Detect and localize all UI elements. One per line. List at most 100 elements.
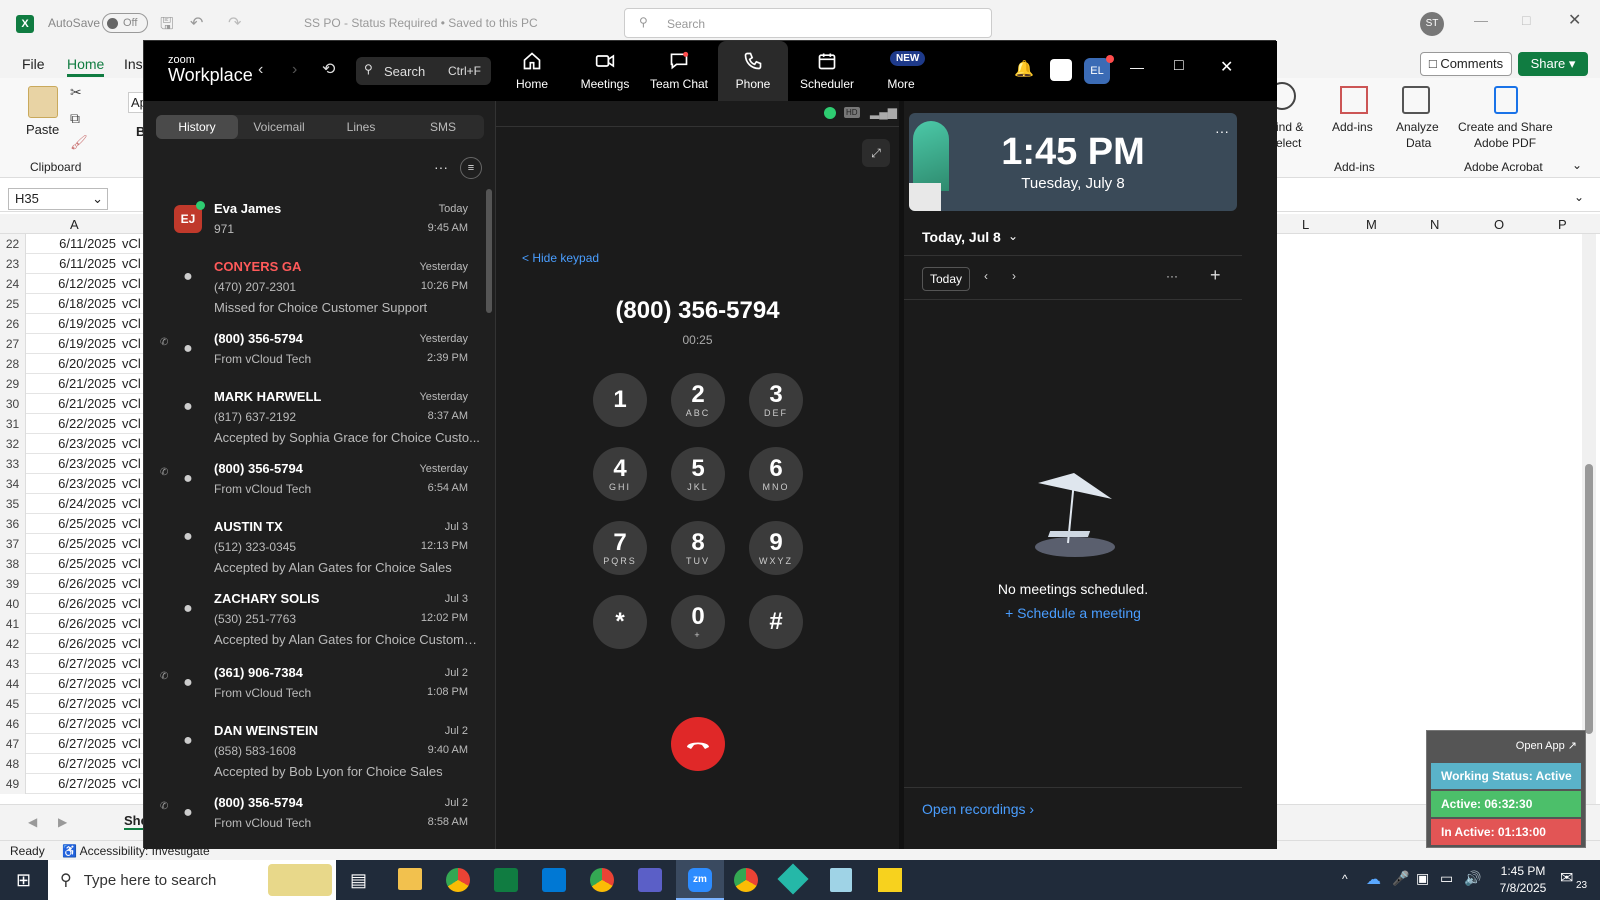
format-painter-icon[interactable]: 🖌	[70, 134, 88, 151]
clock-time[interactable]: 1:45 PM	[1496, 864, 1550, 878]
create-pdf-label2[interactable]: Adobe PDF	[1474, 136, 1536, 150]
display-icon[interactable]: ▭	[1440, 870, 1453, 887]
keypad-key[interactable]: 1	[593, 373, 647, 427]
date-cell[interactable]: 6/27/2025	[26, 676, 120, 691]
autosave-toggle[interactable]: Off	[102, 13, 148, 33]
tab-voicemail[interactable]: Voicemail	[238, 115, 320, 139]
spreadsheet-row[interactable]: 39 6/26/2025 vCl	[0, 573, 150, 594]
user-avatar[interactable]: ST	[1420, 12, 1444, 36]
analyze-label[interactable]: Analyze	[1396, 120, 1439, 134]
history-item[interactable]: ✆ ● (800) 356-5794 From vCloud Tech Jul 2 8:5…	[160, 791, 480, 861]
row-number[interactable]: 24	[0, 273, 26, 294]
row-number[interactable]: 35	[0, 493, 26, 514]
row-number[interactable]: 40	[0, 593, 26, 614]
today-header[interactable]: Today, Jul 8	[922, 229, 1001, 245]
find-select-label2[interactable]: elect	[1276, 136, 1301, 150]
paste-label[interactable]: Paste	[26, 122, 59, 137]
expand-icon[interactable]: ⤢	[862, 139, 890, 167]
nav-phone[interactable]: Phone	[718, 41, 788, 101]
spreadsheet-row[interactable]: 41 6/26/2025 vCl	[0, 613, 150, 634]
date-cell[interactable]: 6/23/2025	[26, 476, 120, 491]
paste-icon[interactable]	[28, 86, 58, 118]
excel-taskbar-icon[interactable]	[494, 868, 518, 892]
network-icon[interactable]: ▣	[1416, 870, 1429, 887]
zoom-maximize-icon[interactable]: □	[1174, 57, 1184, 75]
row-number[interactable]: 41	[0, 613, 26, 634]
row-number[interactable]: 45	[0, 693, 26, 714]
column-l-header[interactable]: L	[1302, 217, 1309, 232]
date-cell[interactable]: 6/26/2025	[26, 636, 120, 651]
tab-history[interactable]: History	[156, 115, 238, 139]
row-number[interactable]: 47	[0, 733, 26, 754]
scrollbar-thumb[interactable]	[1585, 464, 1593, 734]
document-title[interactable]: SS PO - Status Required • Saved to this …	[304, 16, 538, 30]
row-number[interactable]: 48	[0, 753, 26, 774]
tab-lines[interactable]: Lines	[320, 115, 402, 139]
back-arrow-icon[interactable]: ‹	[258, 61, 263, 79]
keypad-key[interactable]: 4 GHI	[593, 447, 647, 501]
zoom-close-icon[interactable]: ✕	[1220, 57, 1233, 77]
copy-icon[interactable]: ⧉	[70, 110, 80, 127]
date-cell[interactable]: 6/11/2025	[26, 256, 120, 271]
date-cell[interactable]: 6/26/2025	[26, 616, 120, 631]
microphone-icon[interactable]: 🎤	[1392, 870, 1409, 887]
history-item[interactable]: ● DAN WEINSTEIN (858) 583-1608 Accepted by …	[160, 719, 480, 789]
schedule-meeting-link[interactable]: + Schedule a meeting	[904, 605, 1242, 621]
history-item[interactable]: ● MARK HARWELL (817) 637-2192 Accepted by S…	[160, 385, 480, 455]
row-number[interactable]: 31	[0, 413, 26, 434]
spreadsheet-row[interactable]: 26 6/19/2025 vCl	[0, 313, 150, 334]
keypad-key[interactable]: 6 MNO	[749, 447, 803, 501]
spreadsheet-row[interactable]: 27 6/19/2025 vCl	[0, 333, 150, 354]
spreadsheet-row[interactable]: 25 6/18/2025 vCl	[0, 293, 150, 314]
spreadsheet-row[interactable]: 49 6/27/2025 vCl	[0, 773, 150, 794]
row-number[interactable]: 32	[0, 433, 26, 454]
taskbar-search-box[interactable]: ⚲ Type here to search	[48, 860, 336, 900]
spreadsheet-row[interactable]: 40 6/26/2025 vCl	[0, 593, 150, 614]
file-explorer-icon[interactable]	[398, 868, 422, 890]
maximize-icon[interactable]: □	[1522, 12, 1530, 28]
row-number[interactable]: 44	[0, 673, 26, 694]
clock-more-icon[interactable]: ···	[1215, 123, 1229, 139]
row-number[interactable]: 22	[0, 233, 26, 254]
date-cell[interactable]: 6/11/2025	[26, 236, 120, 251]
row-number[interactable]: 34	[0, 473, 26, 494]
spreadsheet-row[interactable]: 43 6/27/2025 vCl	[0, 653, 150, 674]
bell-icon[interactable]: 🔔	[1014, 59, 1034, 79]
date-cell[interactable]: 6/26/2025	[26, 596, 120, 611]
share-button[interactable]: Share ▾	[1518, 52, 1588, 76]
spreadsheet-row[interactable]: 37 6/25/2025 vCl	[0, 533, 150, 554]
spreadsheet-row[interactable]: 23 6/11/2025 vCl	[0, 253, 150, 274]
menu-file[interactable]: File	[22, 56, 45, 72]
spreadsheet-row[interactable]: 30 6/21/2025 vCl	[0, 393, 150, 414]
row-number[interactable]: 28	[0, 353, 26, 374]
date-cell[interactable]: 6/19/2025	[26, 336, 120, 351]
analyze-label2[interactable]: Data	[1406, 136, 1431, 150]
date-cell[interactable]: 6/27/2025	[26, 656, 120, 671]
minimize-icon[interactable]: —	[1474, 12, 1488, 28]
row-number[interactable]: 29	[0, 373, 26, 394]
history-scrollbar[interactable]	[486, 189, 492, 313]
keypad-key[interactable]: 8 TUV	[671, 521, 725, 575]
date-cell[interactable]: 6/18/2025	[26, 296, 120, 311]
column-m-header[interactable]: M	[1366, 217, 1377, 232]
cut-icon[interactable]: ✂	[70, 84, 82, 101]
history-icon[interactable]: ⟲	[322, 59, 335, 79]
comments-button[interactable]: □ Comments	[1420, 52, 1512, 76]
nav-meetings[interactable]: Meetings	[570, 41, 640, 101]
row-number[interactable]: 23	[0, 253, 26, 274]
spreadsheet-row[interactable]: 36 6/25/2025 vCl	[0, 513, 150, 534]
analyze-data-icon[interactable]	[1402, 86, 1430, 114]
spreadsheet-row[interactable]: 29 6/21/2025 vCl	[0, 373, 150, 394]
row-number[interactable]: 33	[0, 453, 26, 474]
chrome-profile-icon[interactable]	[590, 868, 614, 892]
add-event-icon[interactable]: +	[1210, 265, 1221, 286]
keypad-key[interactable]: #	[749, 595, 803, 649]
name-box[interactable]: H35 ⌄	[8, 188, 108, 210]
task-view-icon[interactable]: ▤	[350, 870, 367, 891]
row-number[interactable]: 30	[0, 393, 26, 414]
formula-expand-icon[interactable]: ⌄	[1574, 190, 1584, 204]
row-number[interactable]: 49	[0, 773, 26, 794]
outlook-icon[interactable]	[542, 868, 566, 892]
spreadsheet-row[interactable]: 35 6/24/2025 vCl	[0, 493, 150, 514]
app-diamond-icon[interactable]	[777, 863, 809, 895]
